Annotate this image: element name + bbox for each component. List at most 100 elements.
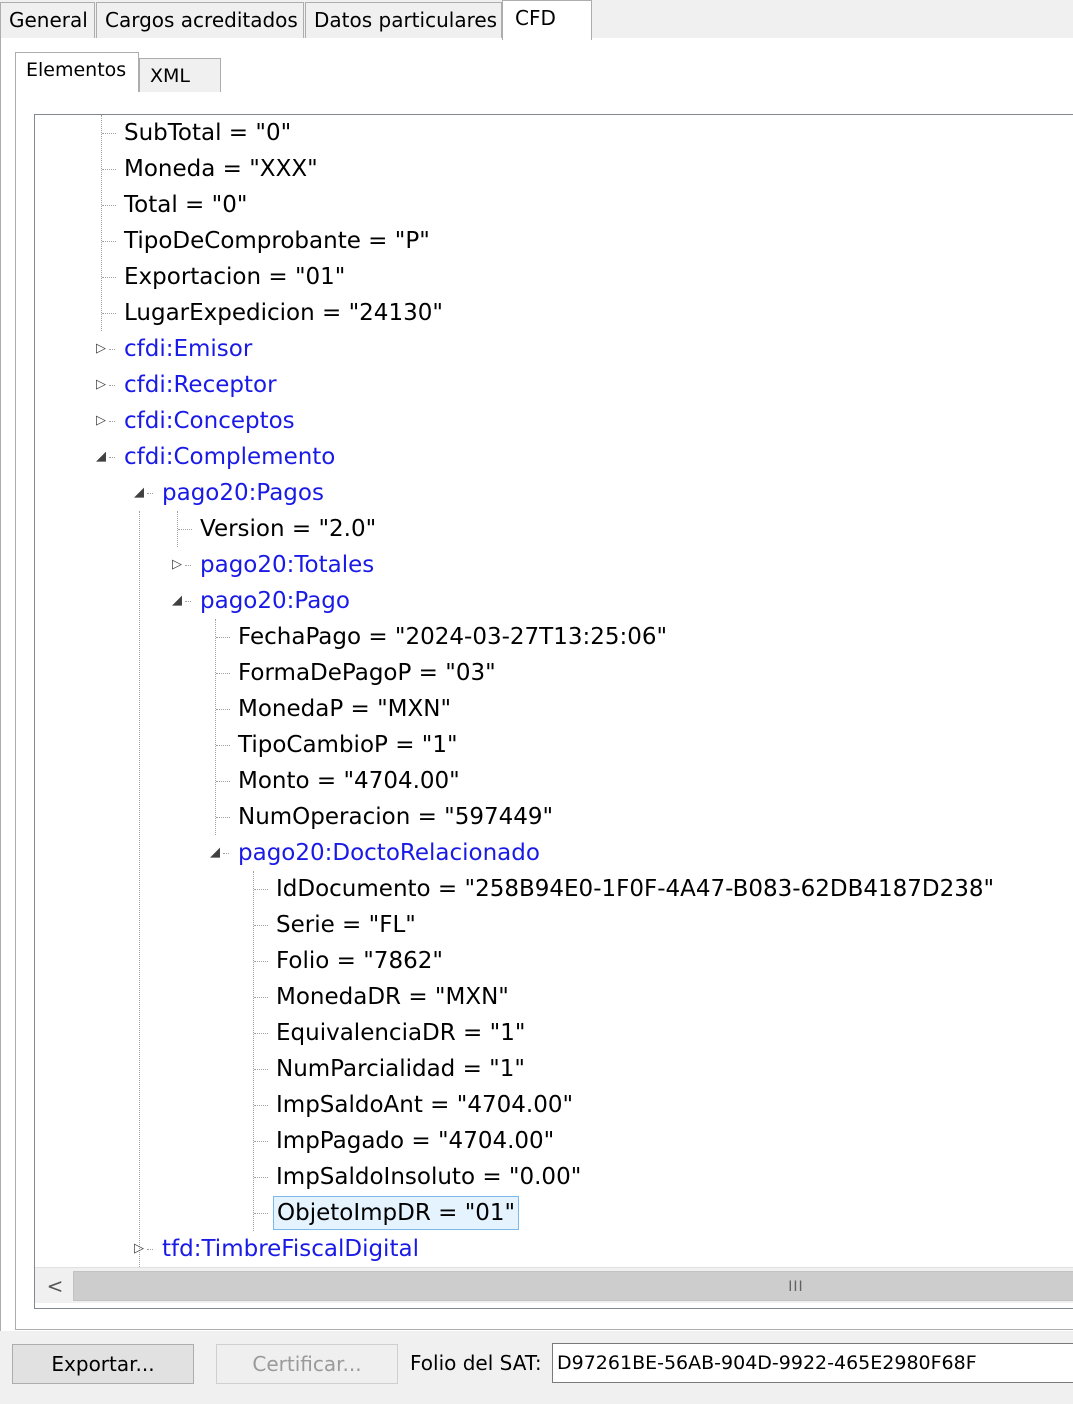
xml-tree-view[interactable]: SubTotal = "0" Moneda = "XXX" Total = "0" T… [34, 114, 1073, 1309]
tree-item-label: pago20:Totales [200, 552, 375, 578]
tab-xml[interactable]: XML [139, 58, 221, 92]
tree-attribute[interactable]: Total = "0" [35, 187, 1073, 223]
tree-attribute[interactable]: Monto = "4704.00" [35, 763, 1073, 799]
horizontal-scrollbar[interactable]: < III [35, 1267, 1073, 1303]
main-tab-strip: General Cargos acreditados Datos particu… [0, 0, 1073, 40]
tab-cargos-acreditados[interactable]: Cargos acreditados [96, 2, 304, 38]
tree-attribute[interactable]: ObjetoImpDR = "01" [35, 1195, 1073, 1231]
tree-attribute[interactable]: EquivalenciaDR = "1" [35, 1015, 1073, 1051]
tree-node[interactable]: ▷ cfdi:Conceptos [35, 403, 1073, 439]
tree-connector [109, 385, 115, 386]
tree-node[interactable]: ▷ cfdi:Emisor [35, 331, 1073, 367]
tree-connector [216, 709, 230, 710]
tree-attribute[interactable]: ImpPagado = "4704.00" [35, 1123, 1073, 1159]
folio-sat-field[interactable]: D97261BE-56AB-904D-9922-465E2980F68F [552, 1343, 1073, 1383]
expand-arrow-icon[interactable]: ▷ [169, 557, 185, 573]
tree-node[interactable]: ▷ tfd:TimbreFiscalDigital [35, 1231, 1073, 1267]
sub-tab-strip: Elementos XML [1, 38, 1073, 94]
tab-cfd[interactable]: CFD [502, 0, 592, 40]
tree-node[interactable]: ◢ pago20:Pago [35, 583, 1073, 619]
tree-connector [147, 1249, 153, 1250]
tree-connector [216, 745, 230, 746]
scroll-thumb[interactable]: III [73, 1271, 1073, 1301]
tree-node[interactable]: ◢ pago20:DoctoRelacionado [35, 835, 1073, 871]
tree-item-label: IdDocumento = "258B94E0-1F0F-4A47-B083-6… [276, 876, 995, 902]
collapse-arrow-icon[interactable]: ◢ [207, 845, 223, 861]
collapse-arrow-icon[interactable]: ◢ [93, 449, 109, 465]
tree-connector [254, 997, 268, 998]
expand-arrow-icon[interactable]: ▷ [93, 377, 109, 393]
tree-connector [254, 1033, 268, 1034]
tree-connector [254, 1213, 268, 1214]
expand-arrow-icon[interactable]: ▷ [93, 341, 109, 357]
tree-attribute[interactable]: TipoCambioP = "1" [35, 727, 1073, 763]
tree-connector [102, 169, 116, 170]
tree-connector [109, 457, 115, 458]
tree-item-label: FormaDePagoP = "03" [238, 660, 496, 686]
tab-datos-particulares[interactable]: Datos particulares [305, 2, 502, 38]
tree-connector [102, 313, 116, 314]
tree-connector [109, 421, 115, 422]
tree-attribute[interactable]: NumOperacion = "597449" [35, 799, 1073, 835]
collapse-arrow-icon[interactable]: ◢ [131, 485, 147, 501]
tree-connector [254, 1105, 268, 1106]
tab-general[interactable]: General [0, 2, 95, 38]
tree-attribute[interactable]: FormaDePagoP = "03" [35, 655, 1073, 691]
tree-attribute[interactable]: ImpSaldoAnt = "4704.00" [35, 1087, 1073, 1123]
tree-item-label: Exportacion = "01" [124, 264, 346, 290]
tree-item-label: pago20:DoctoRelacionado [238, 840, 540, 866]
collapse-arrow-icon[interactable]: ◢ [169, 593, 185, 609]
tree-connector [254, 925, 268, 926]
expand-arrow-icon[interactable]: ▷ [131, 1241, 147, 1257]
tree-attribute[interactable]: MonedaP = "MXN" [35, 691, 1073, 727]
tree-attribute[interactable]: Exportacion = "01" [35, 259, 1073, 295]
tree-item-label: pago20:Pago [200, 588, 350, 614]
tree-node[interactable]: ▷ cfdi:Receptor [35, 367, 1073, 403]
tree-item-label: LugarExpedicion = "24130" [124, 300, 443, 326]
tree-attribute[interactable]: Serie = "FL" [35, 907, 1073, 943]
tree-connector [216, 637, 230, 638]
tree-item-label: cfdi:Emisor [124, 336, 253, 362]
tree-attribute[interactable]: Version = "2.0" [35, 511, 1073, 547]
tree-node[interactable]: ▷ pago20:Totales [35, 547, 1073, 583]
tree-connector [109, 349, 115, 350]
tree-attribute[interactable]: MonedaDR = "MXN" [35, 979, 1073, 1015]
expand-arrow-icon[interactable]: ▷ [93, 413, 109, 429]
tree-item-label: pago20:Pagos [162, 480, 324, 506]
tree-attribute[interactable]: Folio = "7862" [35, 943, 1073, 979]
tree-item-label: ImpSaldoInsoluto = "0.00" [276, 1164, 582, 1190]
tree-node[interactable]: ◢ cfdi:Complemento [35, 439, 1073, 475]
tree-connector [185, 565, 191, 566]
tree-item-label: ImpPagado = "4704.00" [276, 1128, 555, 1154]
tree-attribute[interactable]: TipoDeComprobante = "P" [35, 223, 1073, 259]
scroll-grip-icon: III [788, 1279, 804, 1295]
tree-connector [102, 241, 116, 242]
exportar-button[interactable]: Exportar... [12, 1344, 194, 1384]
tree-connector [223, 853, 229, 854]
tree-connector [254, 1069, 268, 1070]
tree-attribute[interactable]: ImpSaldoInsoluto = "0.00" [35, 1159, 1073, 1195]
tree-connector [216, 673, 230, 674]
tree-connector [254, 889, 268, 890]
tree-connector [185, 601, 191, 602]
tree-attribute[interactable]: SubTotal = "0" [35, 115, 1073, 151]
tree-connector [254, 1141, 268, 1142]
tree-connector [102, 133, 116, 134]
tree-node[interactable]: ◢ pago20:Pagos [35, 475, 1073, 511]
tree-connector [102, 205, 116, 206]
certificar-button[interactable]: Certificar... [216, 1344, 398, 1384]
tree-item-label: cfdi:Conceptos [124, 408, 295, 434]
tree-item-label: Version = "2.0" [200, 516, 377, 542]
tree-attribute[interactable]: LugarExpedicion = "24130" [35, 295, 1073, 331]
tab-elementos[interactable]: Elementos [15, 52, 139, 92]
tree-item-label: ObjetoImpDR = "01" [273, 1196, 520, 1230]
tree-attribute[interactable]: IdDocumento = "258B94E0-1F0F-4A47-B083-6… [35, 871, 1073, 907]
tree-connector [254, 961, 268, 962]
scroll-left-button[interactable]: < [39, 1270, 71, 1302]
tree-item-label: EquivalenciaDR = "1" [276, 1020, 526, 1046]
tree-attribute[interactable]: Moneda = "XXX" [35, 151, 1073, 187]
tree-item-label: NumOperacion = "597449" [238, 804, 554, 830]
tree-connector [147, 493, 153, 494]
tree-attribute[interactable]: NumParcialidad = "1" [35, 1051, 1073, 1087]
tree-attribute[interactable]: FechaPago = "2024-03-27T13:25:06" [35, 619, 1073, 655]
